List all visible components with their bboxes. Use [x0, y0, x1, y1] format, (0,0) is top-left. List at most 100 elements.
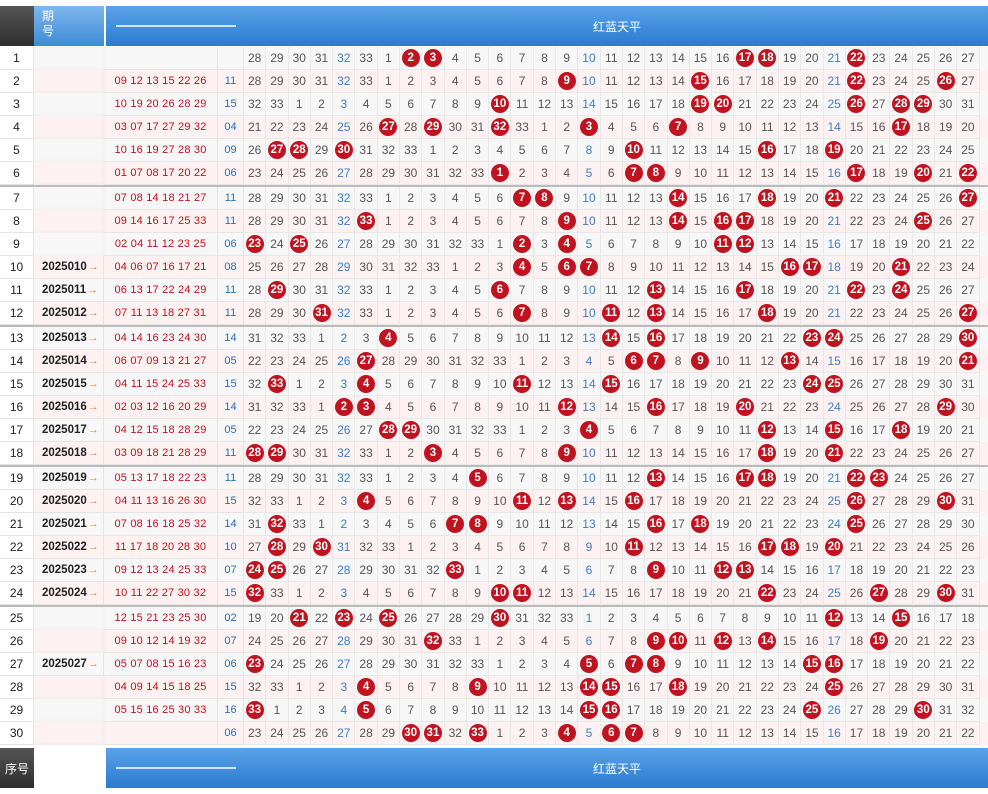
row-period[interactable]: 2025013 →: [34, 327, 104, 350]
number-cell: 27: [333, 722, 356, 745]
number-cell: 29: [934, 327, 958, 350]
number-cell: 32: [244, 490, 267, 513]
row-period[interactable]: 2025018 →: [34, 442, 104, 465]
row-period[interactable]: 2025016 →: [34, 396, 104, 419]
number-cell: 28: [377, 350, 401, 373]
row-period[interactable]: [34, 116, 104, 139]
hit-ball: 17: [801, 256, 824, 279]
row-index: 22: [0, 536, 34, 559]
hit-ball-number: 6: [490, 281, 509, 299]
row-period[interactable]: [34, 699, 104, 722]
number-cell: 5: [466, 279, 490, 302]
number-cell: 20: [801, 467, 824, 490]
row-period[interactable]: [34, 139, 104, 162]
period-text: 2025023: [42, 564, 87, 576]
row-period[interactable]: [34, 607, 104, 630]
number-cell: 18: [868, 653, 891, 676]
row-period[interactable]: 2025020 →: [34, 490, 104, 513]
row-period[interactable]: 2025021 →: [34, 513, 104, 536]
row-period[interactable]: [34, 93, 104, 116]
number-cell: 25: [288, 162, 311, 185]
row-period[interactable]: 2025012 →: [34, 302, 104, 325]
number-cell: 2: [400, 70, 423, 93]
number-cell: 10: [578, 187, 601, 210]
number-cell: 30: [288, 187, 311, 210]
number-cell: 22: [310, 607, 334, 630]
number-cell: 9: [600, 139, 623, 162]
number-cell: 6: [422, 513, 445, 536]
number-cell: 19: [890, 722, 913, 745]
hit-ball: 7: [667, 116, 690, 139]
number-cell: 18: [868, 233, 891, 256]
hit-ball-number: 2: [334, 398, 353, 416]
hit-ball-number: 9: [646, 561, 665, 579]
header-winning-numbers-cell: [106, 6, 246, 46]
hit-ball: 30: [934, 490, 958, 513]
row-period[interactable]: 2025015 →: [34, 373, 104, 396]
number-cell: 25: [845, 327, 869, 350]
row-period[interactable]: 2025023 →: [34, 559, 104, 582]
number-cell: 12: [689, 256, 713, 279]
row-period[interactable]: [34, 187, 104, 210]
row-period[interactable]: [34, 722, 104, 745]
hit-ball: 6: [489, 279, 512, 302]
table-row: 16 2025016 → 02 03 12 16 20 29 14 31 32 33 1 2 3 4 5…: [0, 396, 988, 419]
number-cell: 31: [310, 187, 334, 210]
row-index: 26: [0, 630, 34, 653]
number-cell: 23: [778, 373, 802, 396]
row-period[interactable]: [34, 630, 104, 653]
row-period[interactable]: [34, 210, 104, 233]
row-period[interactable]: 2025027 →: [34, 653, 104, 676]
row-period[interactable]: [34, 676, 104, 699]
row-period[interactable]: 2025017 →: [34, 419, 104, 442]
hit-ball-number: 10: [490, 95, 509, 113]
table-row: 9 02 04 11 12 23 25 06 23 24 25 26 27 28 29 30 31 32…: [0, 233, 988, 256]
hit-ball: 11: [511, 490, 534, 513]
number-cell: 15: [801, 233, 824, 256]
number-cell: 1: [288, 93, 311, 116]
row-winning-numbers: 04 14 16 23 24 30: [104, 327, 218, 350]
number-cell: 17: [823, 630, 846, 653]
number-cell: 6: [689, 607, 713, 630]
number-cell: 14: [689, 536, 713, 559]
row-period[interactable]: [34, 70, 104, 93]
header-period-cell[interactable]: 期 号: [34, 6, 104, 46]
number-cell: 12: [734, 653, 757, 676]
hit-ball: 10: [489, 93, 512, 116]
row-period[interactable]: [34, 233, 104, 256]
number-cell: 27: [890, 396, 913, 419]
row-period[interactable]: 2025019 →: [34, 467, 104, 490]
table-row: 12 2025012 → 07 11 13 18 27 31 11 28 29 30 31 32 3…: [0, 302, 988, 325]
number-cell: 20: [801, 279, 824, 302]
number-cell: 16: [622, 373, 646, 396]
number-cell: 15: [600, 490, 623, 513]
row-period[interactable]: 2025022 →: [34, 536, 104, 559]
row-period[interactable]: 2025011 →: [34, 279, 104, 302]
hit-ball: 33: [244, 699, 267, 722]
row-period[interactable]: 2025010 →: [34, 256, 104, 279]
number-cell: 28: [355, 233, 378, 256]
row-period[interactable]: 2025014 →: [34, 350, 104, 373]
number-cell: 19: [689, 373, 713, 396]
row-period[interactable]: [34, 47, 104, 70]
number-cell: 32: [444, 162, 467, 185]
number-cell: 20: [801, 210, 824, 233]
number-cell: 17: [645, 676, 668, 699]
number-cell: 24: [266, 233, 289, 256]
row-period[interactable]: 2025024 →: [34, 582, 104, 605]
hit-ball-number: 17: [736, 212, 755, 230]
number-cell: 15: [689, 279, 713, 302]
number-cell: 15: [689, 302, 713, 325]
hit-ball: 28: [288, 139, 311, 162]
number-cell: 28: [890, 582, 913, 605]
number-cell: 3: [333, 373, 356, 396]
period-text: 2025015: [42, 378, 87, 390]
hit-ball: 7: [578, 256, 601, 279]
hit-ball-number: 8: [468, 515, 487, 533]
number-cell: 13: [756, 653, 779, 676]
hit-ball-number: 5: [468, 469, 487, 487]
row-index: 24: [0, 582, 34, 605]
row-period[interactable]: [34, 162, 104, 185]
hit-ball: 18: [756, 302, 779, 325]
hit-ball-number: 32: [267, 515, 286, 533]
